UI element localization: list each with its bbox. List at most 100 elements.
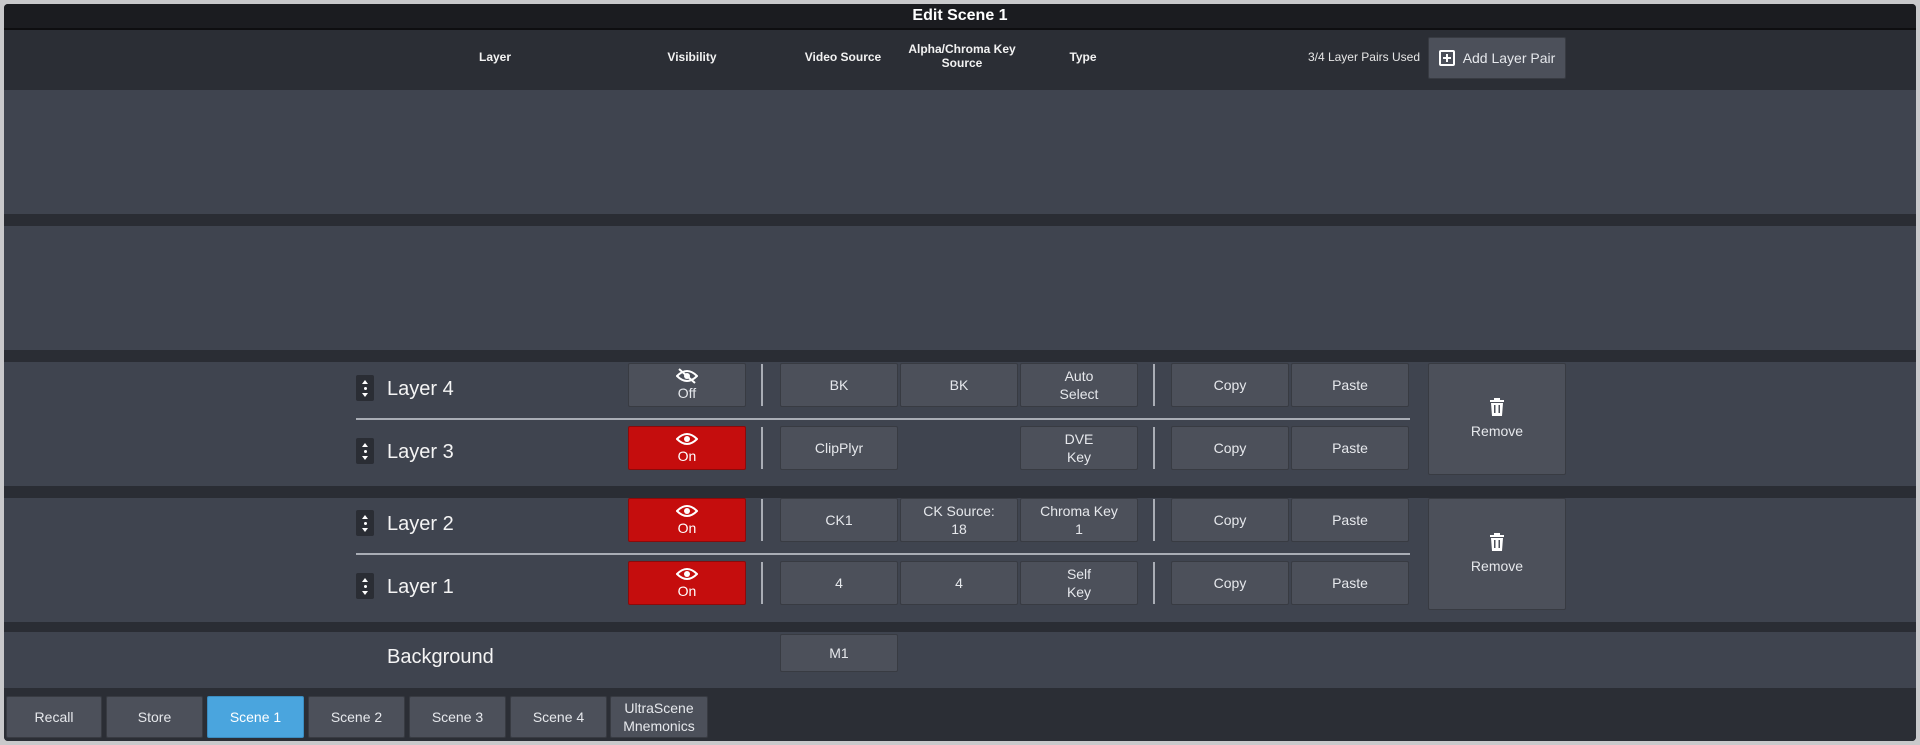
edit-scene-window: Edit Scene 1 Layer Visibility Video Sour… <box>4 4 1916 741</box>
background-source-label: M1 <box>829 645 849 661</box>
paste-button[interactable]: Paste <box>1291 426 1409 470</box>
alpha-source-label: 4 <box>955 575 963 591</box>
store-label: Store <box>137 709 172 725</box>
col-head-video-source: Video Source <box>804 50 882 64</box>
col-head-type: Type <box>1069 50 1097 64</box>
video-source-button[interactable]: BK <box>780 363 898 407</box>
ultrascene-mnemonics-label: UltraScene <box>624 700 694 716</box>
paste-label: Paste <box>1332 575 1368 591</box>
bottom-tab-bar: Recall Store Scene 1 Scene 2 Scene 3 Sce… <box>4 688 1916 741</box>
eye-slash-icon <box>676 368 698 384</box>
eye-icon <box>676 503 698 519</box>
column-divider <box>1153 499 1155 541</box>
layer-divider <box>356 553 1410 555</box>
col-head-layer: Layer <box>478 50 512 64</box>
eye-icon <box>676 566 698 582</box>
copy-label: Copy <box>1213 575 1247 591</box>
key-type-label: Auto <box>1064 368 1094 384</box>
alpha-source-label: CK Source: <box>923 503 995 519</box>
alpha-source-button[interactable]: CK Source: 18 <box>900 498 1018 542</box>
reorder-icon[interactable] <box>356 510 374 536</box>
add-layer-pair-label: Add Layer Pair <box>1462 50 1556 66</box>
key-type-label: Select <box>1059 386 1099 402</box>
key-type-button[interactable]: Auto Select <box>1020 363 1138 407</box>
pair-separator <box>4 214 1916 226</box>
paste-label: Paste <box>1332 440 1368 456</box>
remove-label: Remove <box>1470 423 1524 439</box>
key-type-label: DVE <box>1064 431 1094 447</box>
key-type-label: Key <box>1066 584 1092 600</box>
paste-button[interactable]: Paste <box>1291 561 1409 605</box>
tab-scene-4-label: Scene 4 <box>532 709 585 725</box>
empty-pair-slot-2 <box>4 226 1916 350</box>
column-divider <box>761 427 763 469</box>
reorder-icon[interactable] <box>356 573 374 599</box>
ultrascene-mnemonics-label: Mnemonics <box>623 718 695 734</box>
key-type-label: 1 <box>1075 521 1083 537</box>
tab-scene-2[interactable]: Scene 2 <box>308 696 405 738</box>
paste-button[interactable]: Paste <box>1291 498 1409 542</box>
column-divider <box>761 562 763 604</box>
trash-icon <box>1489 533 1505 551</box>
pair-separator <box>4 622 1916 632</box>
recall-label: Recall <box>34 709 74 725</box>
alpha-source-label: BK <box>949 377 969 393</box>
tab-scene-3[interactable]: Scene 3 <box>409 696 506 738</box>
window-title: Edit Scene 1 <box>4 4 1916 28</box>
column-divider <box>761 364 763 406</box>
video-source-label: ClipPlyr <box>814 440 864 456</box>
remove-pair-button[interactable]: Remove <box>1428 498 1566 610</box>
pair-separator <box>4 486 1916 498</box>
key-type-button[interactable]: Chroma Key 1 <box>1020 498 1138 542</box>
copy-button[interactable]: Copy <box>1171 498 1289 542</box>
visibility-label: On <box>677 583 697 599</box>
remove-pair-button[interactable]: Remove <box>1428 363 1566 475</box>
visibility-toggle[interactable]: Off <box>628 363 746 407</box>
visibility-label: On <box>677 448 697 464</box>
add-layer-pair-button[interactable]: Add Layer Pair <box>1428 37 1566 79</box>
ultrascene-mnemonics-button[interactable]: UltraScene Mnemonics <box>610 696 708 738</box>
eye-icon <box>676 431 698 447</box>
copy-button[interactable]: Copy <box>1171 426 1289 470</box>
store-button[interactable]: Store <box>106 696 203 738</box>
video-source-button[interactable]: ClipPlyr <box>780 426 898 470</box>
visibility-toggle[interactable]: On <box>628 561 746 605</box>
key-type-button[interactable]: Self Key <box>1020 561 1138 605</box>
alpha-source-button[interactable]: BK <box>900 363 1018 407</box>
video-source-label: 4 <box>835 575 843 591</box>
tab-scene-1[interactable]: Scene 1 <box>207 696 304 738</box>
reorder-icon[interactable] <box>356 375 374 401</box>
copy-label: Copy <box>1213 512 1247 528</box>
copy-button[interactable]: Copy <box>1171 561 1289 605</box>
column-divider <box>761 499 763 541</box>
paste-button[interactable]: Paste <box>1291 363 1409 407</box>
col-head-alpha-source: Alpha/Chroma Key Source <box>908 42 1016 70</box>
video-source-label: BK <box>829 377 849 393</box>
visibility-label: Off <box>677 385 697 401</box>
copy-button[interactable]: Copy <box>1171 363 1289 407</box>
layer-name: Layer 1 <box>387 576 454 598</box>
layer-name: Layer 2 <box>387 513 454 535</box>
paste-label: Paste <box>1332 377 1368 393</box>
recall-button[interactable]: Recall <box>6 696 102 738</box>
layer-name: Layer 3 <box>387 441 454 463</box>
visibility-toggle[interactable]: On <box>628 426 746 470</box>
key-type-label: Self <box>1066 566 1092 582</box>
background-source-button[interactable]: M1 <box>780 634 898 672</box>
tab-scene-1-label: Scene 1 <box>229 709 282 725</box>
video-source-button[interactable]: CK1 <box>780 498 898 542</box>
key-type-label: Key <box>1066 449 1092 465</box>
reorder-icon[interactable] <box>356 438 374 464</box>
visibility-toggle[interactable]: On <box>628 498 746 542</box>
tab-scene-3-label: Scene 3 <box>431 709 484 725</box>
layer-name: Layer 4 <box>387 378 454 400</box>
background-row <box>4 632 1916 688</box>
copy-label: Copy <box>1213 377 1247 393</box>
key-type-label: Chroma Key <box>1040 503 1118 519</box>
video-source-button[interactable]: 4 <box>780 561 898 605</box>
alpha-source-button[interactable]: 4 <box>900 561 1018 605</box>
key-type-button[interactable]: DVE Key <box>1020 426 1138 470</box>
copy-label: Copy <box>1213 440 1247 456</box>
tab-scene-4[interactable]: Scene 4 <box>510 696 607 738</box>
empty-pair-slot-1 <box>4 90 1916 214</box>
